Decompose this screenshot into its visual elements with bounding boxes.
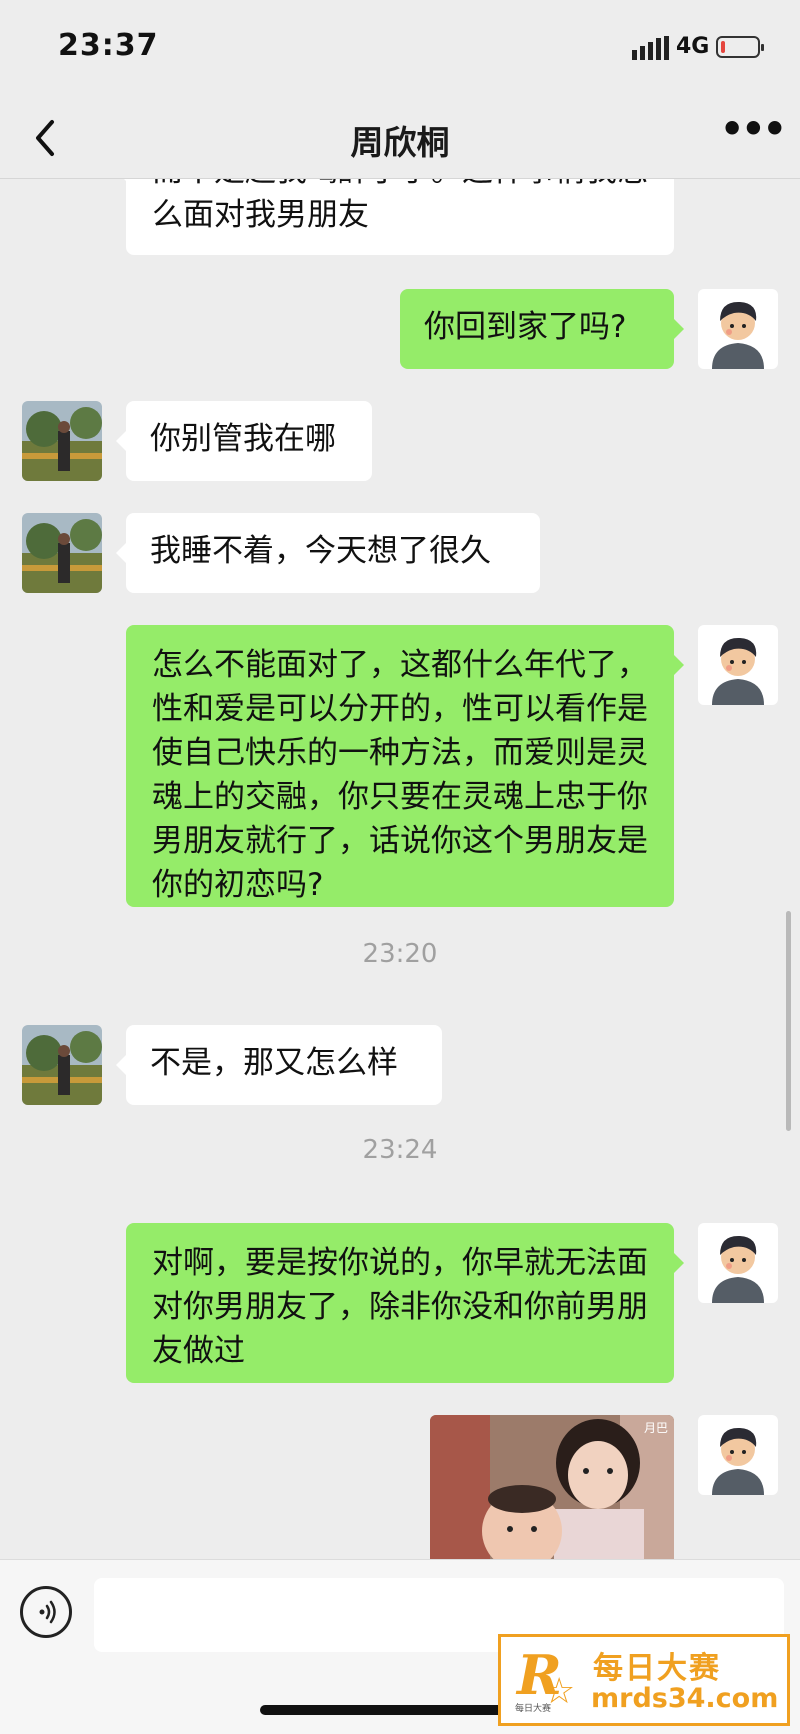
timestamp: 23:20 — [362, 939, 438, 969]
status-time: 23:37 — [58, 28, 159, 63]
timestamp: 23:24 — [362, 1135, 438, 1165]
cartoon-boy-avatar-icon — [698, 1223, 778, 1303]
message-text: 我睡不着，今天想了很久 — [150, 533, 491, 569]
contact-photo-avatar-icon — [22, 1025, 102, 1105]
message-text: 不是，那又怎么样 — [150, 1045, 398, 1081]
message-bubble-incoming[interactable]: 我睡不着，今天想了很久 — [116, 513, 540, 593]
my-avatar[interactable] — [698, 625, 778, 705]
message-bubble-incoming[interactable]: 你别管我在哪 — [116, 401, 372, 481]
contact-avatar[interactable] — [22, 513, 102, 593]
my-avatar[interactable] — [698, 289, 778, 369]
more-options-button[interactable]: ••• — [720, 110, 787, 158]
contact-name: 周欣桐 — [350, 123, 450, 162]
my-avatar[interactable] — [698, 1223, 778, 1303]
cartoon-boy-avatar-icon — [698, 625, 778, 705]
children-photo-image — [430, 1415, 674, 1559]
message-bubble-outgoing[interactable]: 怎么不能面对了，这都什么年代了，性和爱是可以分开的，性可以看作是使自己快乐的一种… — [126, 625, 684, 907]
watermark-small-text: 每日大赛 — [515, 1704, 552, 1714]
message-list[interactable]: 而不是趁我喝醉了手。这样事情我怎么面对我男朋友 你回到家了吗? 你别管我在哪 — [0, 179, 800, 1559]
network-type: 4G — [676, 34, 710, 59]
scrollbar[interactable] — [786, 911, 791, 1131]
message-text: 对啊，要是按你说的，你早就无法面对你男朋友了，除非你没和你前男朋友做过 — [152, 1245, 648, 1369]
message-text: 而不是趁我喝醉了手。这样事情我怎么面对我男朋友 — [152, 179, 648, 233]
signal-icon — [632, 36, 669, 60]
voice-input-button[interactable] — [20, 1586, 72, 1638]
my-avatar[interactable] — [698, 1415, 778, 1495]
message-text: 怎么不能面对了，这都什么年代了，性和爱是可以分开的，性可以看作是使自己快乐的一种… — [152, 647, 648, 903]
photo-caption: 月巴 — [643, 1421, 668, 1435]
message-bubble-incoming[interactable]: 不是，那又怎么样 — [116, 1025, 442, 1105]
watermark-title: 每日大赛 — [593, 1651, 721, 1686]
contact-avatar[interactable] — [22, 1025, 102, 1105]
message-bubble-incoming[interactable]: 而不是趁我喝醉了手。这样事情我怎么面对我男朋友 — [116, 179, 674, 255]
message-text: 你别管我在哪 — [150, 421, 336, 457]
watermark-logo: R ☆ 每日大赛 每日大赛 mrds34.com — [498, 1634, 790, 1726]
voice-wave-icon — [39, 1600, 56, 1624]
message-bubble-outgoing[interactable]: 你回到家了吗? — [400, 289, 684, 369]
contact-photo-avatar-icon — [22, 513, 102, 593]
message-text: 你回到家了吗? — [424, 309, 627, 345]
cartoon-boy-avatar-icon — [698, 289, 778, 369]
contact-avatar[interactable] — [22, 401, 102, 481]
cartoon-boy-avatar-icon — [698, 1415, 778, 1495]
status-bar: 23:37 4G — [0, 0, 800, 100]
photo-message[interactable]: 月巴 — [430, 1415, 674, 1559]
chat-header: 周欣桐 ••• — [0, 100, 800, 179]
message-bubble-outgoing[interactable]: 对啊，要是按你说的，你早就无法面对你男朋友了，除非你没和你前男朋友做过 — [126, 1223, 684, 1383]
contact-photo-avatar-icon — [22, 401, 102, 481]
watermark-url: mrds34.com — [591, 1683, 779, 1714]
battery-icon — [716, 36, 764, 58]
